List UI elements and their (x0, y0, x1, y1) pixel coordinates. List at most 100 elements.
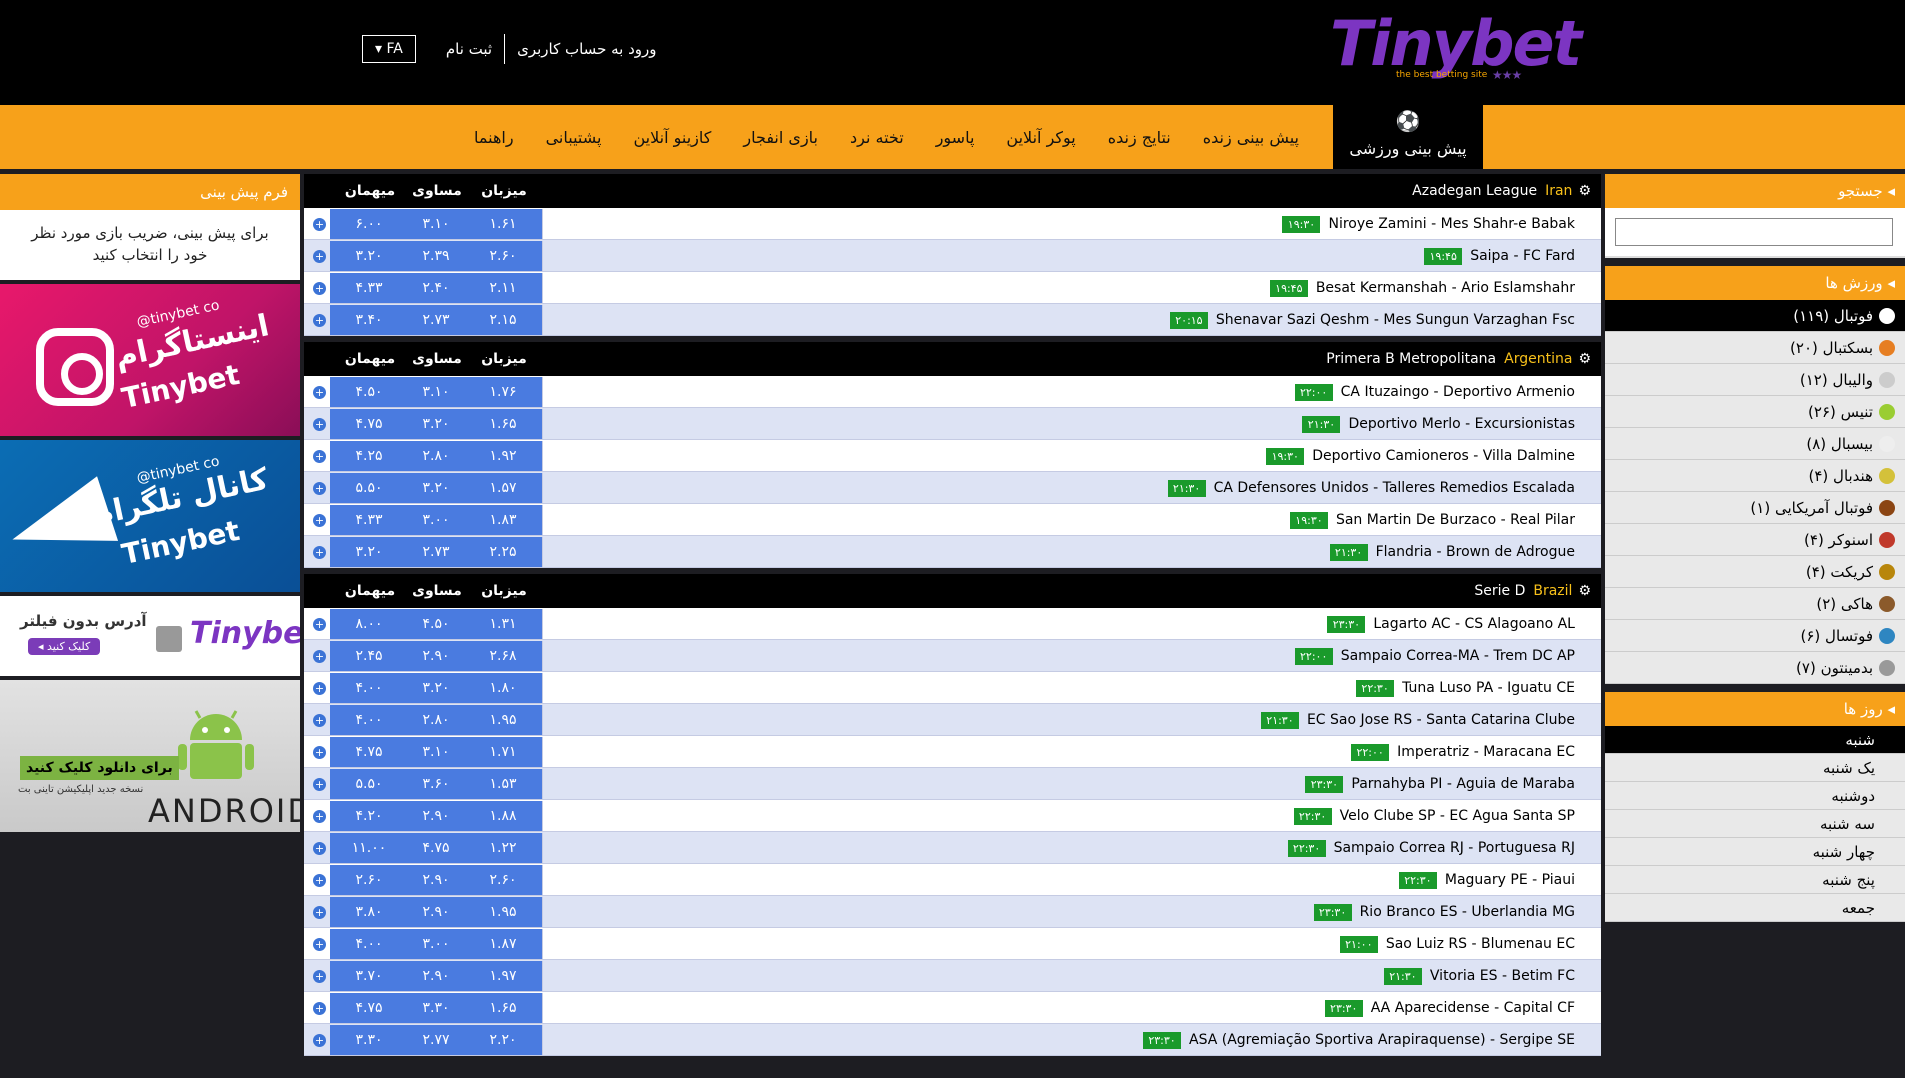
odd-home-button[interactable]: ۲.۱۵ (464, 305, 543, 335)
sidebar-sport-item[interactable]: والیبال (۱۲) (1605, 364, 1905, 396)
sidebar-sport-item[interactable]: هندبال (۴) (1605, 460, 1905, 492)
plus-icon[interactable]: + (313, 810, 326, 823)
sidebar-day-item[interactable]: یک شنبه (1605, 754, 1905, 782)
match-teams[interactable]: ۲۳:۳۰ Rio Branco ES - Uberlandia MG (1313, 896, 1575, 928)
android-banner[interactable]: برای دانلود کلیک کنید نسخه جدید اپلیکیشن… (0, 680, 300, 832)
plus-icon[interactable]: + (313, 842, 326, 855)
search-input[interactable] (1615, 218, 1893, 246)
nav-item[interactable]: نتایج زنده (1092, 128, 1187, 147)
match-teams[interactable]: ۲۱:۳۰ Deportivo Merlo - Excursionistas (1302, 408, 1575, 440)
nav-item[interactable]: پوکر آنلاین (990, 128, 1091, 147)
match-teams[interactable]: ۲۱:۳۰ EC Sao Jose RS - Santa Catarina Clu… (1260, 704, 1575, 736)
sidebar-day-item[interactable]: دوشنبه (1605, 782, 1905, 810)
odd-home-button[interactable]: ۲.۲۰ (464, 1025, 543, 1055)
odd-home-button[interactable]: ۱.۹۵ (464, 705, 543, 735)
odd-home-button[interactable]: ۲.۶۰ (464, 865, 543, 895)
nav-item-sports-betting[interactable]: ⚽ پیش بینی ورزشی (1333, 105, 1483, 169)
plus-icon[interactable]: + (313, 282, 326, 295)
gear-icon[interactable]: ⚙ (1578, 342, 1591, 376)
match-teams[interactable]: ۱۹:۳۰ Deportivo Camioneros - Villa Dalmin… (1266, 440, 1575, 472)
language-select[interactable]: ▾ FA (362, 35, 416, 63)
odd-home-button[interactable]: ۱.۸۷ (464, 929, 543, 959)
sidebar-sport-item[interactable]: فوتبال آمریکایی (۱) (1605, 492, 1905, 524)
nav-item[interactable]: پشتیبانی (530, 128, 618, 147)
plus-icon[interactable]: + (313, 682, 326, 695)
match-teams[interactable]: ۱۹:۴۵ Besat Kermanshah - Ario Eslamshahr (1269, 272, 1575, 304)
plus-icon[interactable]: + (313, 1034, 326, 1047)
nav-item[interactable]: تخته نرد (834, 128, 920, 147)
sidebar-sport-item[interactable]: فوتسال (۶) (1605, 620, 1905, 652)
register-link[interactable]: ثبت نام (434, 40, 504, 58)
sidebar-sport-item[interactable]: هاکی (۲) (1605, 588, 1905, 620)
odd-home-button[interactable]: ۱.۸۸ (464, 801, 543, 831)
nav-item[interactable]: پیش بینی زنده (1187, 128, 1315, 147)
plus-icon[interactable]: + (313, 778, 326, 791)
nav-item[interactable]: کازینو آنلاین (617, 128, 727, 147)
unfiltered-address-banner[interactable]: آدرس بدون فیلتر ◂ کلیک کنید Tinybet (0, 596, 300, 676)
sidebar-day-item[interactable]: پنج شنبه (1605, 866, 1905, 894)
match-teams[interactable]: ۱۹:۳۰ Niroye Zamini - Mes Shahr-e Babak (1282, 208, 1575, 240)
plus-icon[interactable]: + (313, 482, 326, 495)
match-teams[interactable]: ۲۱:۳۰ Vitoria ES - Betim FC (1383, 960, 1575, 992)
sidebar-sport-item[interactable]: بدمینتون (۷) (1605, 652, 1905, 684)
gear-icon[interactable]: ⚙ (1578, 574, 1591, 608)
plus-icon[interactable]: + (313, 218, 326, 231)
instagram-banner[interactable]: @tinybet co اینستاگرام Tinybet (0, 284, 300, 436)
odd-home-button[interactable]: ۱.۹۲ (464, 441, 543, 471)
filter-click-button[interactable]: ◂ کلیک کنید (28, 638, 101, 655)
odd-home-button[interactable]: ۱.۶۱ (464, 209, 543, 239)
plus-icon[interactable]: + (313, 746, 326, 759)
match-teams[interactable]: ۲۱:۳۰ CA Defensores Unidos - Talleres Rem… (1167, 472, 1575, 504)
match-teams[interactable]: ۲۱:۳۰ Flandria - Brown de Adrogue (1329, 536, 1575, 568)
android-download-button[interactable]: برای دانلود کلیک کنید (20, 756, 179, 780)
odd-home-button[interactable]: ۱.۹۷ (464, 961, 543, 991)
odd-home-button[interactable]: ۱.۵۳ (464, 769, 543, 799)
plus-icon[interactable]: + (313, 714, 326, 727)
telegram-banner[interactable]: @tinybet co کانال تلگرام Tinybet (0, 440, 300, 592)
plus-icon[interactable]: + (313, 314, 326, 327)
sidebar-day-item[interactable]: جمعه (1605, 894, 1905, 922)
plus-icon[interactable]: + (313, 906, 326, 919)
sidebar-sport-item[interactable]: بسکتبال (۲۰) (1605, 332, 1905, 364)
match-teams[interactable]: ۲۲:۳۰ Tuna Luso PA - Iguatu CE (1356, 672, 1575, 704)
plus-icon[interactable]: + (313, 546, 326, 559)
plus-icon[interactable]: + (313, 418, 326, 431)
odd-home-button[interactable]: ۱.۶۵ (464, 993, 543, 1023)
match-teams[interactable]: ۲۲:۳۰ Velo Clube SP - EC Agua Santa SP (1293, 800, 1575, 832)
plus-icon[interactable]: + (313, 938, 326, 951)
match-teams[interactable]: ۲۳:۳۰ Parnahyba PI - Aguia de Maraba (1305, 768, 1575, 800)
match-teams[interactable]: ۲۲:۳۰ Maguary PE - Piaui (1398, 864, 1575, 896)
odd-home-button[interactable]: ۱.۵۷ (464, 473, 543, 503)
match-teams[interactable]: ۲۲:۰۰ CA Ituzaingo - Deportivo Armenio (1294, 376, 1575, 408)
plus-icon[interactable]: + (313, 874, 326, 887)
plus-icon[interactable]: + (313, 618, 326, 631)
odd-home-button[interactable]: ۲.۶۸ (464, 641, 543, 671)
gear-icon[interactable]: ⚙ (1578, 174, 1591, 208)
match-teams[interactable]: ۲۱:۰۰ Sao Luiz RS - Blumenau EC (1339, 928, 1575, 960)
nav-item[interactable]: راهنما (458, 128, 530, 147)
sidebar-day-item[interactable]: سه شنبه (1605, 810, 1905, 838)
plus-icon[interactable]: + (313, 970, 326, 983)
odd-home-button[interactable]: ۲.۶۰ (464, 241, 543, 271)
match-teams[interactable]: ۲۰:۱۵ Shenavar Sazi Qeshm - Mes Sungun Va… (1169, 304, 1575, 336)
login-link[interactable]: ورود به حساب کاربری (505, 40, 668, 58)
odd-home-button[interactable]: ۱.۷۶ (464, 377, 543, 407)
odd-home-button[interactable]: ۱.۲۲ (464, 833, 543, 863)
match-teams[interactable]: ۱۹:۳۰ San Martin De Burzaco - Real Pilar (1289, 504, 1575, 536)
plus-icon[interactable]: + (313, 650, 326, 663)
plus-icon[interactable]: + (313, 250, 326, 263)
match-teams[interactable]: ۲۲:۳۰ Sampaio Correa RJ - Portuguesa RJ (1287, 832, 1575, 864)
match-teams[interactable]: ۱۹:۴۵ Saipa - FC Fard (1424, 240, 1575, 272)
sidebar-sport-item[interactable]: فوتبال (۱۱۹) (1605, 300, 1905, 332)
sidebar-sport-item[interactable]: بیسبال (۸) (1605, 428, 1905, 460)
match-teams[interactable]: ۲۲:۰۰ Imperatriz - Maracana EC (1351, 736, 1575, 768)
site-logo[interactable]: Tinybet the best betting site ★★★ (1330, 12, 1582, 84)
sidebar-sport-item[interactable]: اسنوکر (۴) (1605, 524, 1905, 556)
odd-home-button[interactable]: ۱.۸۳ (464, 505, 543, 535)
plus-icon[interactable]: + (313, 514, 326, 527)
sidebar-sport-item[interactable]: تنیس (۲۶) (1605, 396, 1905, 428)
match-teams[interactable]: ۲۳:۳۰ Lagarto AC - CS Alagoano AL (1327, 608, 1575, 640)
sidebar-sport-item[interactable]: کریکت (۴) (1605, 556, 1905, 588)
match-teams[interactable]: ۲۳:۳۰ AA Aparecidense - Capital CF (1324, 992, 1575, 1024)
nav-item[interactable]: بازی انفجار (727, 128, 834, 147)
